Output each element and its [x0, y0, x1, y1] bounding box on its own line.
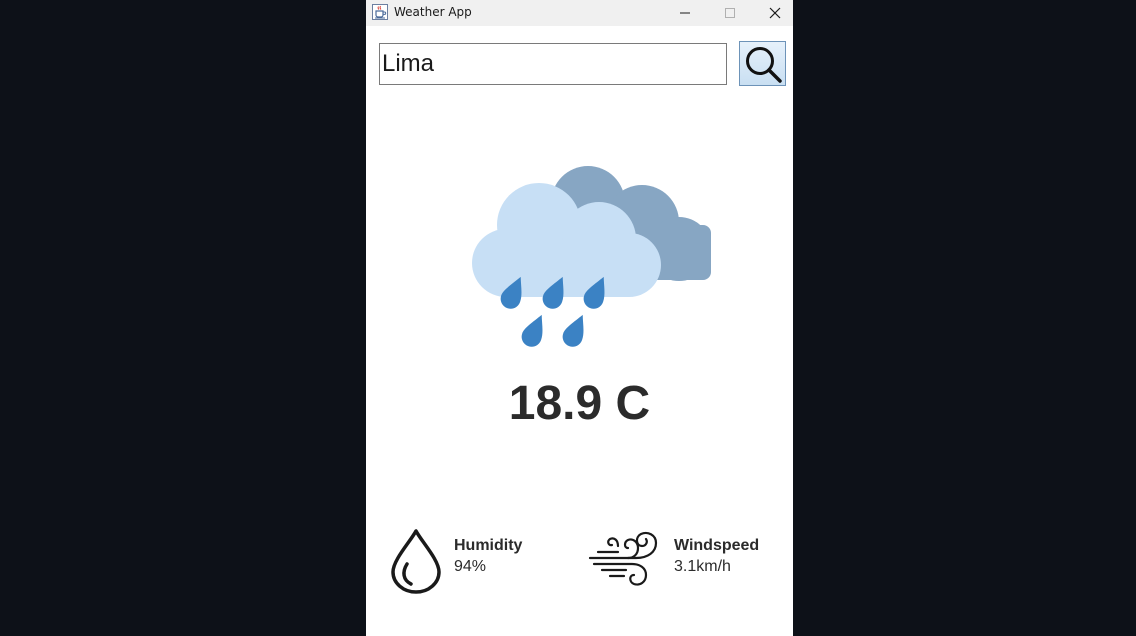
close-button[interactable]	[752, 0, 797, 26]
minimize-button[interactable]	[662, 0, 707, 26]
title-bar[interactable]: Weather App	[366, 0, 793, 26]
temperature-text: 18.9 C	[508, 377, 651, 430]
rain-cloud-icon	[472, 166, 711, 347]
window-title: Weather App	[394, 5, 472, 19]
close-icon	[769, 7, 780, 19]
java-coffee-cup-icon	[372, 4, 388, 20]
magnifier-icon	[745, 46, 782, 83]
app-window: Weather App Lima 18.9 C Humidity 94% Win…	[366, 0, 793, 636]
maximize-icon	[724, 8, 735, 18]
minimize-icon	[679, 12, 690, 14]
windspeed-label: Windspeed	[674, 537, 760, 554]
wind-icon	[588, 531, 658, 586]
water-drop-icon	[391, 529, 441, 594]
maximize-button[interactable]	[707, 0, 752, 26]
windspeed-value: 3.1km/h	[674, 558, 731, 575]
humidity-label: Humidity	[454, 537, 523, 554]
humidity-value: 94%	[454, 558, 487, 575]
city-search-input[interactable]	[379, 43, 727, 85]
search-button[interactable]	[739, 41, 786, 86]
